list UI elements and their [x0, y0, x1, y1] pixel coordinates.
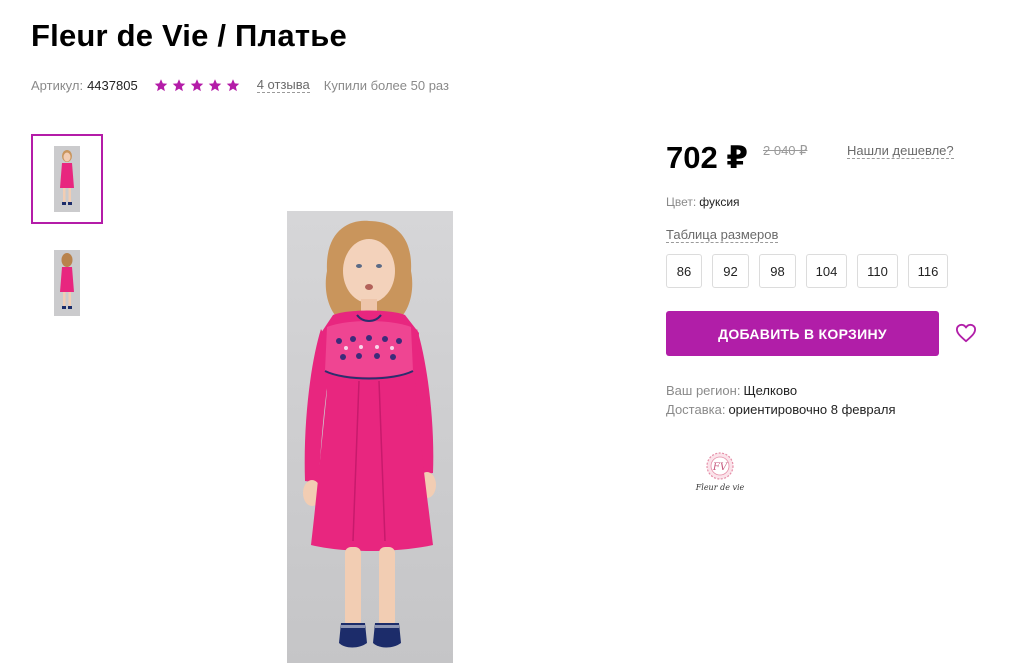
- color-value: фуксия: [699, 195, 740, 209]
- thumbnail-2[interactable]: [31, 238, 103, 328]
- size-option[interactable]: 116: [908, 254, 948, 288]
- product-meta: Артикул: 4437805 4 отзыва Купили более 5…: [31, 77, 449, 93]
- svg-text:Fleur de vie: Fleur de vie: [695, 483, 745, 492]
- heart-outline-icon[interactable]: [955, 323, 977, 343]
- size-option[interactable]: 110: [857, 254, 898, 288]
- star-icon: [171, 78, 187, 93]
- star-icon: [225, 78, 241, 93]
- size-options: 86 92 98 104 110 116: [666, 254, 948, 288]
- current-price: 702 ₽: [666, 140, 748, 175]
- size-option[interactable]: 86: [666, 254, 702, 288]
- svg-text:FV: FV: [712, 462, 729, 473]
- thumbnail-1[interactable]: [31, 134, 103, 224]
- thumbnail-photo: [54, 250, 80, 316]
- old-price: 2 040 ₽: [763, 143, 808, 158]
- size-option[interactable]: 104: [806, 254, 847, 288]
- product-title: Fleur de Vie / Платье: [31, 18, 347, 53]
- star-icon: [189, 78, 205, 93]
- delivery-label: Доставка:: [666, 402, 726, 417]
- region-info: Ваш регион: Щелково: [666, 383, 797, 398]
- found-cheaper-link[interactable]: Нашли дешевле?: [847, 143, 954, 159]
- color-info: Цвет: фуксия: [666, 195, 740, 209]
- size-table-link[interactable]: Таблица размеров: [666, 227, 779, 243]
- article-value: 4437805: [87, 77, 138, 93]
- size-option[interactable]: 98: [759, 254, 796, 288]
- purchase-count: Купили более 50 раз: [323, 77, 449, 93]
- region-value[interactable]: Щелково: [743, 383, 797, 398]
- color-label: Цвет:: [666, 195, 697, 209]
- size-option[interactable]: 92: [712, 254, 749, 288]
- article-label: Артикул:: [31, 77, 84, 93]
- brand-logo[interactable]: FV Fleur de vie: [689, 448, 751, 496]
- add-to-cart-button[interactable]: ДОБАВИТЬ В КОРЗИНУ: [666, 311, 939, 356]
- reviews-link[interactable]: 4 отзыва: [256, 77, 310, 93]
- thumbnail-photo: [54, 146, 80, 212]
- region-label: Ваш регион:: [666, 383, 741, 398]
- delivery-value: ориентировочно 8 февраля: [728, 402, 896, 417]
- star-icon: [153, 78, 169, 93]
- delivery-info: Доставка: ориентировочно 8 февраля: [666, 402, 896, 417]
- star-icon: [207, 78, 223, 93]
- main-product-image[interactable]: [287, 211, 453, 663]
- rating-stars: [153, 78, 241, 93]
